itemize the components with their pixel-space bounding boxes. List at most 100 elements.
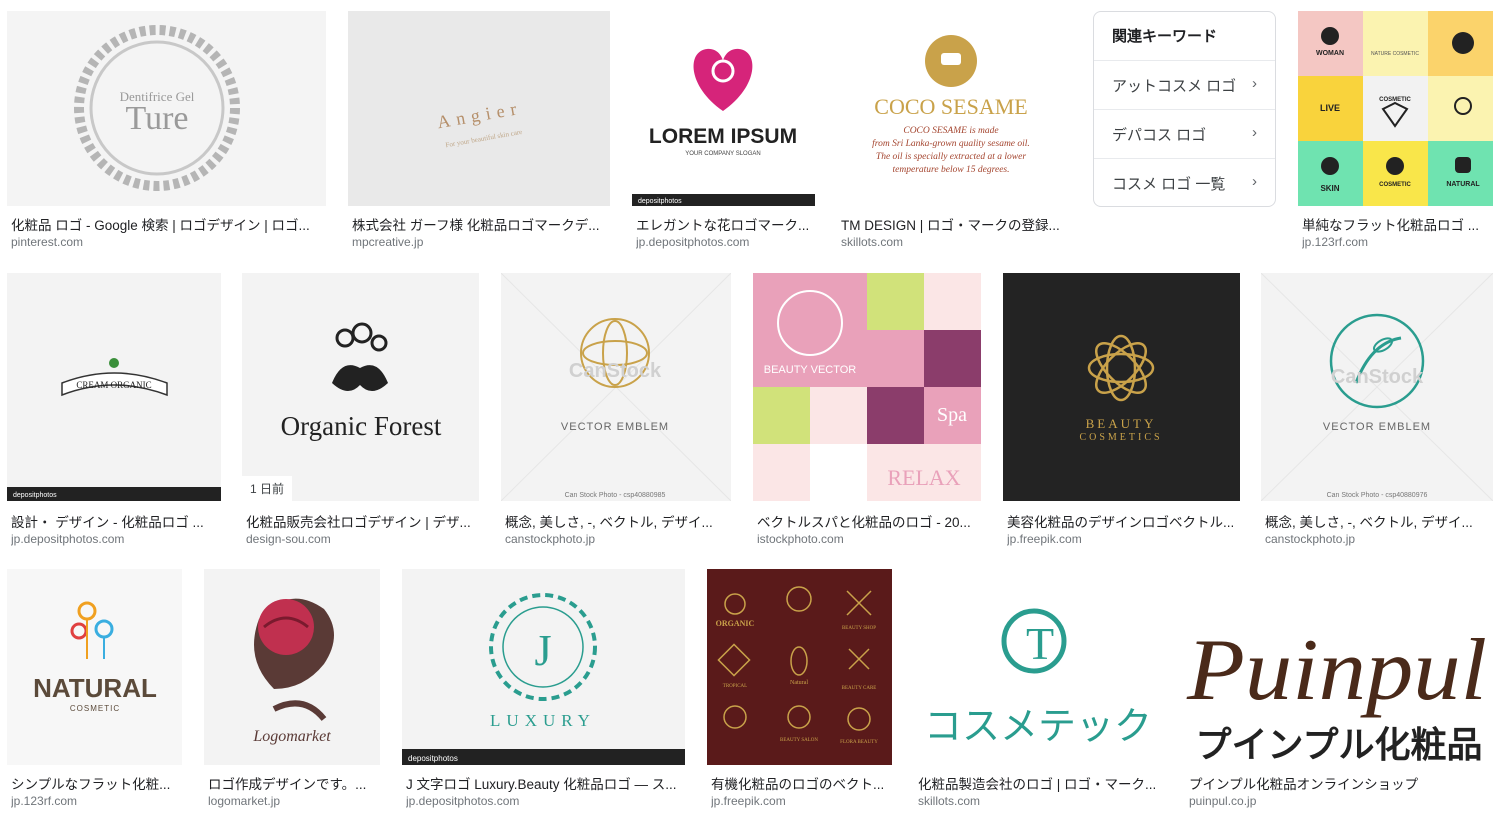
svg-text:Can Stock Photo - csp40880976: Can Stock Photo - csp40880976 [1327, 492, 1428, 499]
result-caption[interactable]: 株式会社 ガーフ様 化粧品ロゴマークデ... [352, 214, 606, 234]
result-thumbnail[interactable]: LOREM IPSUM YOUR COMPANY SLOGAN depositp… [632, 11, 815, 206]
result-tile[interactable]: Organic Forest 1 日前 化粧品販売会社ロゴデザイン | デザ..… [242, 273, 479, 553]
result-thumbnail[interactable]: Angier For your beautiful skin care [348, 11, 610, 206]
svg-text:SKIN: SKIN [1320, 184, 1339, 193]
result-caption[interactable]: 化粧品製造会社のロゴ | ロゴ・マーク... [918, 773, 1159, 793]
result-source: jp.freepik.com [1007, 532, 1082, 546]
svg-text:BEAUTY SALON: BEAUTY SALON [780, 738, 818, 743]
svg-text:COSMETIC: COSMETIC [70, 704, 120, 713]
svg-text:LUXURY: LUXURY [490, 711, 596, 730]
result-thumbnail[interactable]: CanStock VECTOR EMBLEM Can Stock Photo -… [501, 273, 731, 501]
result-tile[interactable]: WOMAN NATURE COSMETIC LIVE COSMETIC SKIN… [1298, 11, 1493, 256]
result-thumbnail[interactable]: Puinpul プインプル化粧品 [1185, 569, 1493, 765]
result-source: mpcreative.jp [352, 235, 424, 249]
result-caption[interactable]: ロゴ作成デザインです。... [208, 773, 376, 793]
result-thumbnail[interactable]: ORGANIC BEAUTY SHOP TROPICAL Natural BEA… [707, 569, 892, 765]
result-tile[interactable]: J LUXURY depositphotos J 文字ロゴ Luxury.Bea… [402, 569, 685, 815]
svg-text:RELAX: RELAX [887, 465, 960, 490]
result-tile[interactable]: Angier For your beautiful skin care 株式会社… [348, 11, 610, 256]
svg-text:Can Stock Photo - csp40880985: Can Stock Photo - csp40880985 [565, 492, 666, 499]
result-caption[interactable]: 設計・ デザイン - 化粧品ロゴ ... [11, 511, 217, 531]
result-caption[interactable]: ベクトルスパと化粧品のロゴ - 20... [757, 511, 977, 531]
result-caption[interactable]: 概念, 美しさ, -, ベクトル, デザイ... [505, 511, 727, 531]
related-keyword-item[interactable]: コスメ ロゴ 一覧 › [1094, 158, 1275, 207]
result-caption[interactable]: 化粧品販売会社ロゴデザイン | デザ... [246, 511, 475, 531]
result-tile[interactable]: T コスメテック 化粧品製造会社のロゴ | ロゴ・マーク... skillots… [914, 569, 1163, 815]
result-source: canstockphoto.jp [505, 532, 596, 546]
svg-text:Organic Forest: Organic Forest [281, 411, 442, 441]
result-caption[interactable]: シンプルなフラット化粧... [11, 773, 178, 793]
svg-text:COSMETIC: COSMETIC [1379, 182, 1411, 188]
svg-text:For your beautiful skin care: For your beautiful skin care [445, 128, 523, 149]
result-source: jp.123rf.com [1302, 235, 1369, 249]
result-thumbnail[interactable]: COCO SESAME COCO SESAME is made from Sri… [837, 11, 1072, 206]
result-thumbnail[interactable]: NATURAL COSMETIC [7, 569, 182, 765]
result-tile[interactable]: CREAM ORGANIC depositphotos 設計・ デザイン - 化… [7, 273, 221, 553]
chevron-right-icon: › [1252, 75, 1257, 92]
result-caption[interactable]: プインプル化粧品オンラインショップ [1189, 773, 1489, 793]
result-caption[interactable]: 単純なフラット化粧品ロゴ ... [1302, 214, 1489, 234]
result-thumbnail[interactable]: WOMAN NATURE COSMETIC LIVE COSMETIC SKIN… [1298, 11, 1493, 206]
result-source: skillots.com [918, 794, 981, 808]
result-tile[interactable]: NATURAL COSMETIC シンプルなフラット化粧... jp.123rf… [7, 569, 182, 815]
related-keyword-item[interactable]: アットコスメ ロゴ › [1094, 60, 1275, 109]
result-thumbnail[interactable]: T コスメテック [914, 569, 1163, 765]
result-caption[interactable]: 有機化粧品のロゴのベクト... [711, 773, 888, 793]
result-thumbnail[interactable]: CREAM ORGANIC depositphotos [7, 273, 221, 501]
result-thumbnail[interactable]: BEAUTY COSMETICS [1003, 273, 1240, 501]
result-tile[interactable]: LOREM IPSUM YOUR COMPANY SLOGAN depositp… [632, 11, 815, 256]
result-source: istockphoto.com [757, 532, 844, 546]
svg-text:TROPICAL: TROPICAL [723, 684, 747, 689]
svg-text:Spa: Spa [937, 404, 967, 426]
svg-text:NATURAL: NATURAL [1446, 181, 1480, 188]
result-tile[interactable]: Dentifrice Gel Ture 化粧品 ロゴ - Google 検索 |… [7, 11, 326, 256]
result-source: jp.123rf.com [11, 794, 78, 808]
result-tile[interactable]: Puinpul プインプル化粧品 プインプル化粧品オンラインショップ puinp… [1185, 569, 1493, 815]
result-thumbnail[interactable]: Dentifrice Gel Ture [7, 11, 326, 206]
svg-text:COCO SESAME: COCO SESAME [874, 94, 1027, 119]
result-tile[interactable]: ORGANIC BEAUTY SHOP TROPICAL Natural BEA… [707, 569, 892, 815]
result-source: pinterest.com [11, 235, 84, 249]
svg-text:depositphotos: depositphotos [408, 754, 458, 763]
recency-badge: 1 日前 [242, 476, 293, 501]
svg-text:ORGANIC: ORGANIC [716, 619, 755, 628]
result-tile[interactable]: COCO SESAME COCO SESAME is made from Sri… [837, 11, 1072, 256]
result-tile[interactable]: CanStock VECTOR EMBLEM Can Stock Photo -… [501, 273, 731, 553]
result-tile[interactable]: CanStock VECTOR EMBLEM Can Stock Photo -… [1261, 273, 1493, 553]
related-keyword-item[interactable]: デパコス ロゴ › [1094, 109, 1275, 158]
result-thumbnail[interactable]: CanStock VECTOR EMBLEM Can Stock Photo -… [1261, 273, 1493, 501]
result-tile[interactable]: BEAUTY VECTOR Spa RELAX ベクトルスパと化粧品のロゴ - … [753, 273, 981, 553]
result-tile[interactable]: BEAUTY COSMETICS 美容化粧品のデザインロゴベクトル... jp.… [1003, 273, 1240, 553]
result-caption[interactable]: J 文字ロゴ Luxury.Beauty 化粧品ロゴ — ス... [406, 773, 681, 793]
svg-text:Ture: Ture [126, 100, 189, 137]
result-thumbnail[interactable]: J LUXURY depositphotos [402, 569, 685, 765]
svg-text:COCO SESAME is made: COCO SESAME is made [903, 126, 998, 136]
result-caption[interactable]: エレガントな花ロゴマーク... [636, 214, 811, 234]
svg-text:depositphotos: depositphotos [638, 198, 682, 205]
result-thumbnail[interactable]: Logomarket [204, 569, 380, 765]
svg-text:YOUR COMPANY SLOGAN: YOUR COMPANY SLOGAN [685, 151, 760, 157]
result-thumbnail[interactable]: Organic Forest 1 日前 [242, 273, 479, 501]
related-keyword-label: デパコス ロゴ [1112, 127, 1207, 144]
svg-text:プインプル化粧品: プインプル化粧品 [1196, 725, 1483, 765]
svg-text:J: J [534, 626, 551, 675]
svg-text:CanStock: CanStock [1331, 366, 1424, 388]
svg-text:VECTOR EMBLEM: VECTOR EMBLEM [561, 421, 669, 433]
related-keywords-card: 関連キーワード アットコスメ ロゴ › デパコス ロゴ › コスメ ロゴ 一覧 … [1093, 11, 1276, 207]
result-caption[interactable]: 概念, 美しさ, -, ベクトル, デザイ... [1265, 511, 1489, 531]
related-keywords-title: 関連キーワード [1112, 28, 1218, 45]
result-thumbnail[interactable]: BEAUTY VECTOR Spa RELAX [753, 273, 981, 501]
result-caption[interactable]: 美容化粧品のデザインロゴベクトル... [1007, 511, 1236, 531]
result-caption[interactable]: TM DESIGN | ロゴ・マークの登録... [841, 214, 1068, 234]
svg-text:temperature below 15 degrees.: temperature below 15 degrees. [893, 165, 1010, 175]
result-tile[interactable]: Logomarket ロゴ作成デザインです。... logomarket.jp [204, 569, 380, 815]
svg-text:Angier: Angier [436, 98, 524, 133]
svg-text:Puinpul: Puinpul [1186, 622, 1487, 719]
svg-text:COSMETICS: COSMETICS [1079, 432, 1162, 443]
svg-text:BEAUTY SHOP: BEAUTY SHOP [842, 626, 876, 631]
svg-text:NATURE COSMETIC: NATURE COSMETIC [1371, 51, 1419, 57]
svg-text:LIVE: LIVE [1320, 103, 1340, 113]
svg-text:Logomarket: Logomarket [252, 728, 331, 745]
result-source: jp.depositphotos.com [406, 794, 520, 808]
result-caption[interactable]: 化粧品 ロゴ - Google 検索 | ロゴデザイン | ロゴ... [11, 214, 322, 234]
